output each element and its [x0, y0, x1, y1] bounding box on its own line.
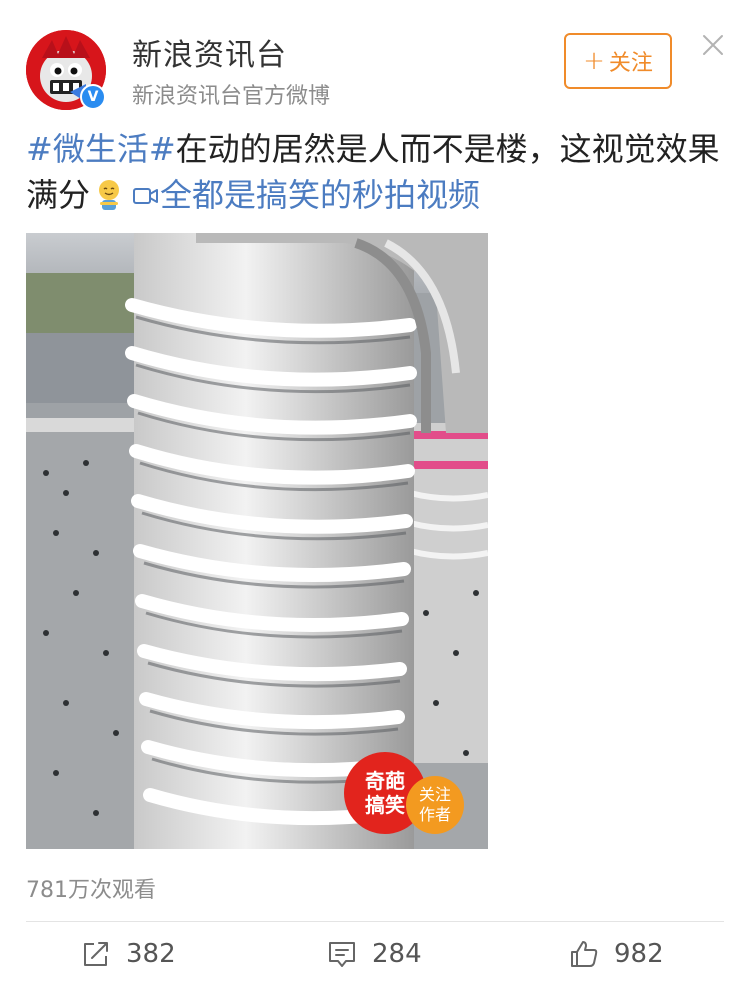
topic-link[interactable]: #微生活#	[26, 130, 176, 168]
spiral-ramp-tower-image	[26, 233, 488, 849]
badge-line1: 奇葩	[365, 769, 405, 793]
comment-icon	[329, 942, 355, 967]
account-name[interactable]: 新浪资讯台	[132, 30, 287, 74]
badge-line2: 搞笑	[365, 793, 405, 817]
plus-icon: +	[583, 46, 605, 76]
verified-badge: V	[80, 84, 106, 110]
view-count: 781万次观看	[26, 878, 156, 903]
follow-author-badge[interactable]: 关注 作者	[406, 776, 464, 834]
like-count: 982	[614, 939, 664, 969]
follow-author-line1: 关注	[418, 785, 451, 804]
video-thumbnail[interactable]: 奇葩 搞笑 关注 作者	[26, 233, 488, 849]
comment-count: 284	[372, 939, 422, 969]
follow-button[interactable]: + 关注	[564, 33, 672, 89]
post-text: #微生活#在动的居然是人而不是楼，这视觉效果满分 全都是搞笑的秒拍视频	[26, 126, 726, 218]
like-button[interactable]: 982	[568, 936, 664, 972]
share-icon	[84, 942, 108, 966]
video-camera-icon	[133, 188, 159, 204]
thumbs-up-icon	[571, 941, 598, 967]
account-subtitle: 新浪资讯台官方微博	[132, 84, 331, 109]
follow-author-line2: 作者	[418, 805, 451, 824]
close-icon[interactable]	[700, 32, 726, 58]
repost-button[interactable]: 382	[80, 936, 176, 972]
follow-button-label: 关注	[608, 51, 653, 76]
weibo-post-card: V 新浪资讯台 新浪资讯台官方微博 + 关注 #微生活#在动的居然是人而不是楼，…	[0, 0, 750, 989]
smiling-face-emoji-icon	[99, 180, 120, 210]
repost-count: 382	[126, 939, 176, 969]
video-link[interactable]: 全都是搞笑的秒拍视频	[128, 176, 480, 214]
video-link-text: 全都是搞笑的秒拍视频	[160, 176, 481, 214]
divider	[26, 921, 724, 922]
comment-button[interactable]: 284	[326, 936, 422, 972]
